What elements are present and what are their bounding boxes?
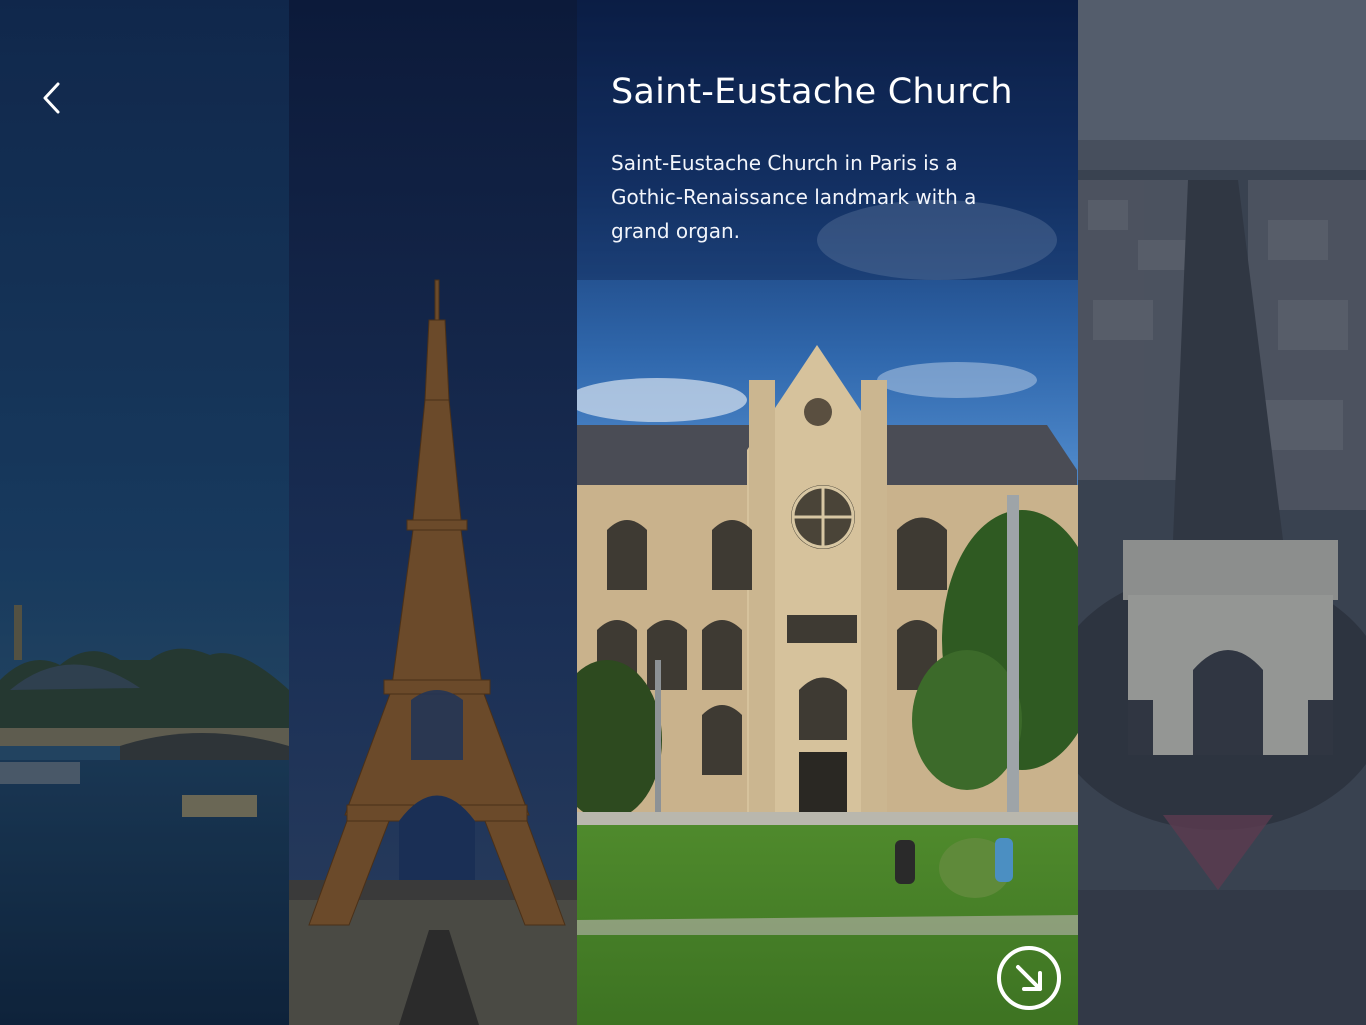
open-landmark-button[interactable] [996,945,1062,1011]
landmark-card-seine[interactable] [0,0,289,1025]
landmark-card-arc[interactable] [1078,0,1366,1025]
landmark-card-eiffel[interactable] [289,0,577,1025]
seine-image [0,0,289,1025]
landmark-description: Saint-Eustache Church in Paris is a Goth… [611,151,977,243]
chevron-left-icon [43,82,60,114]
arc-image [1078,0,1366,1025]
landmark-carousel: Saint-Eustache Church Saint-Eustache Chu… [0,0,1366,1025]
landmark-title: Saint-Eustache Church [611,72,1013,112]
back-button[interactable] [30,76,74,120]
eiffel-image [289,0,577,1025]
arrow-down-right-circle-icon [997,946,1061,1010]
